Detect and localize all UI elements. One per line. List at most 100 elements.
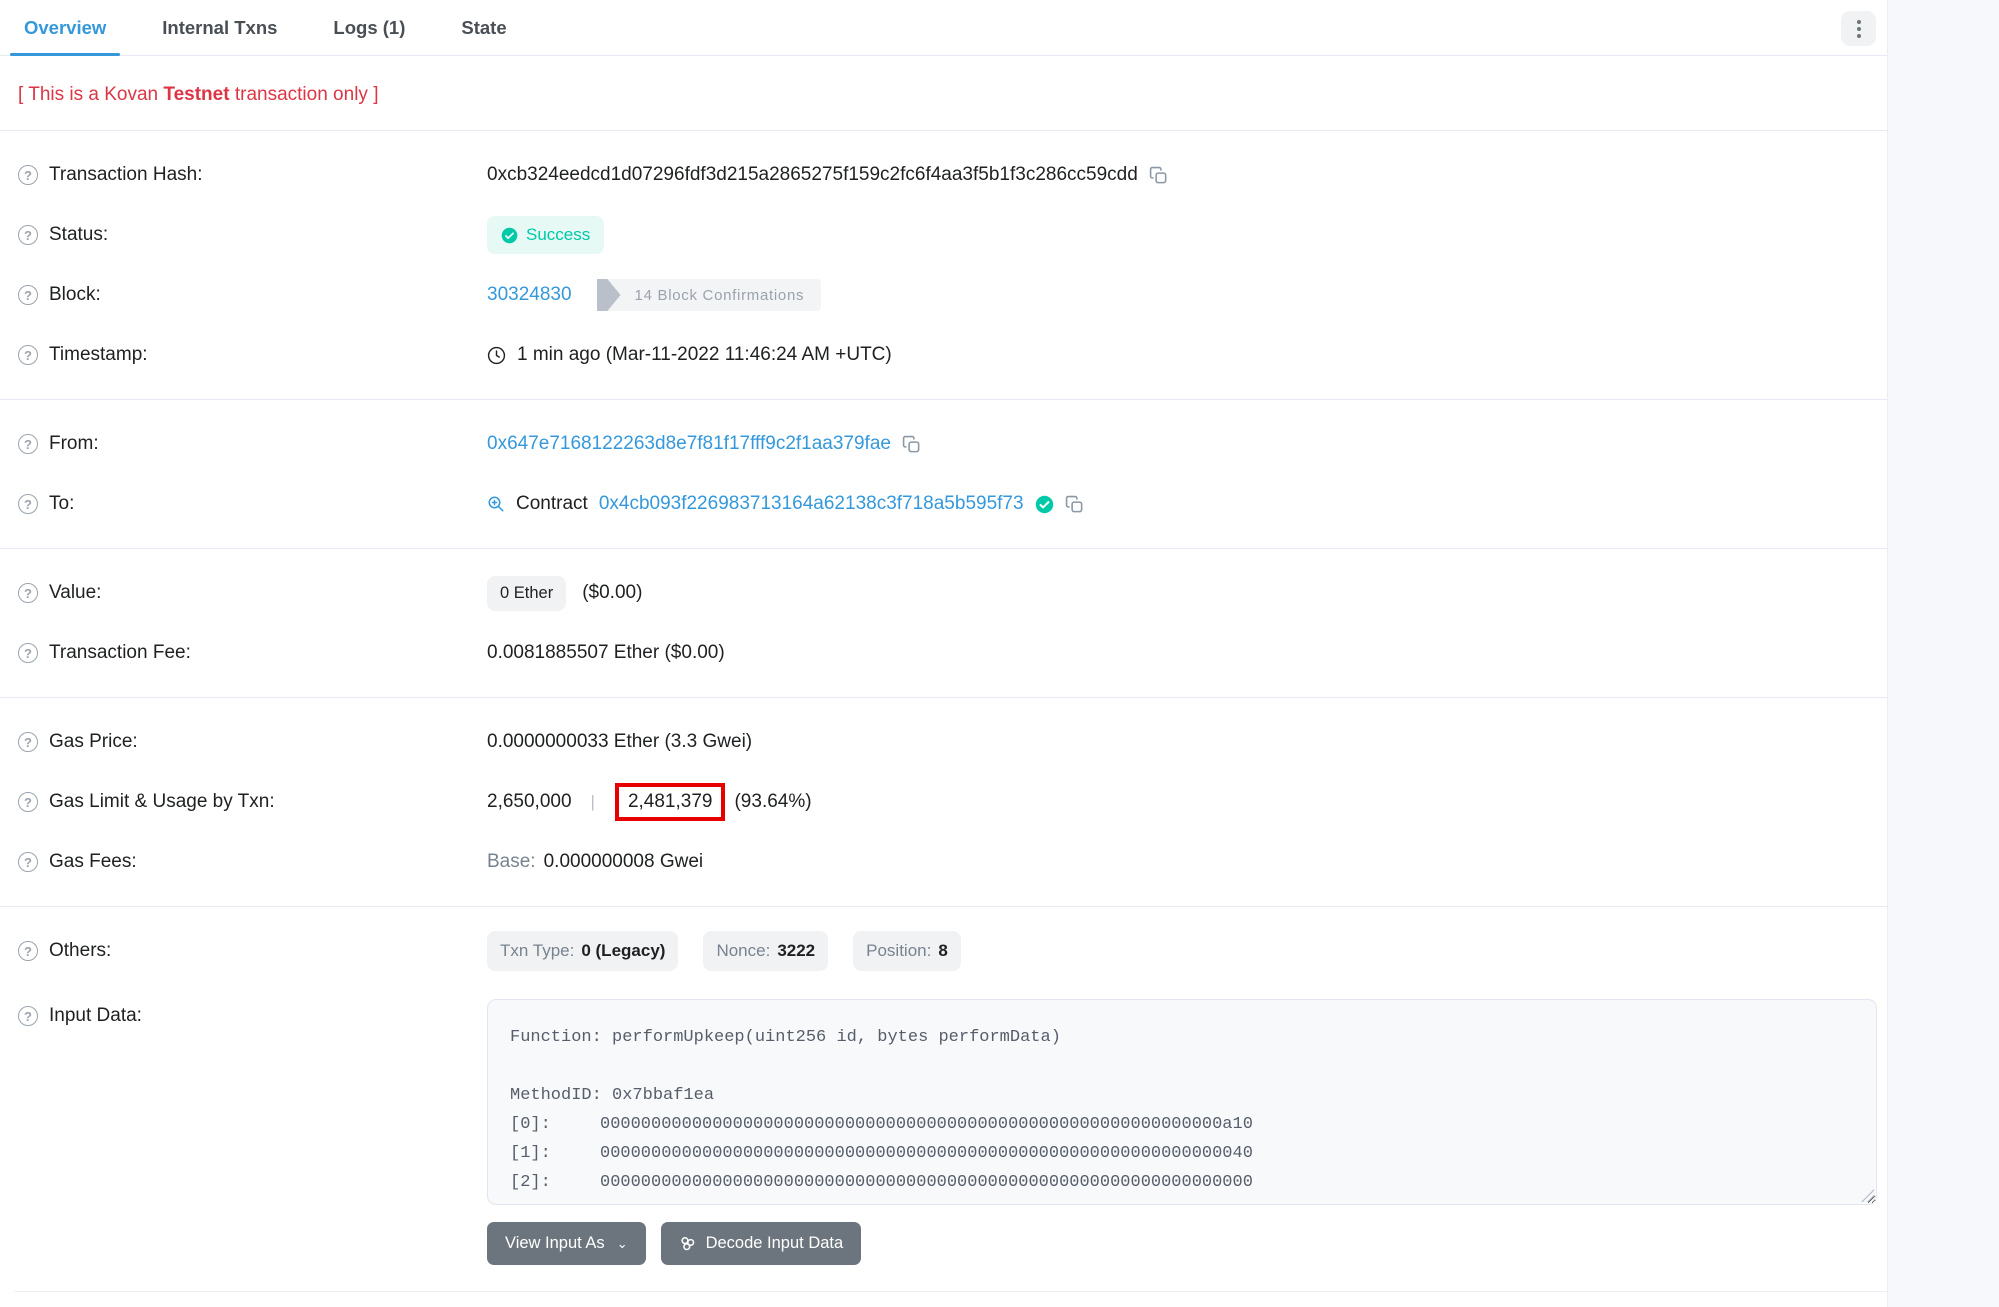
help-icon[interactable]: ? <box>18 941 38 961</box>
block-number-link[interactable]: 30324830 <box>487 284 572 306</box>
help-icon[interactable]: ? <box>18 1006 38 1026</box>
decode-input-data-label: Decode Input Data <box>706 1234 844 1253</box>
gas-limit-label: Gas Limit & Usage by Txn: <box>49 791 275 813</box>
others-label: Others: <box>49 940 111 962</box>
status-badge: Success <box>487 216 604 254</box>
tab-state[interactable]: State <box>459 0 508 55</box>
from-label-group: ? From: <box>18 433 487 455</box>
help-icon[interactable]: ? <box>18 583 38 603</box>
section-gas: ? Gas Price: 0.0000000033 Ether (3.3 Gwe… <box>0 697 1887 906</box>
to-address-link[interactable]: 0x4cb093f226983713164a62138c3f718a5b595f… <box>599 493 1024 515</box>
view-input-as-label: View Input As <box>505 1234 605 1253</box>
row-value: ? Value: 0 Ether ($0.00) <box>18 563 1869 623</box>
kebab-icon <box>1857 20 1861 24</box>
value-label: Value: <box>49 582 101 604</box>
gas-used-value: 2,481,379 <box>628 791 713 812</box>
help-icon[interactable]: ? <box>18 732 38 752</box>
gas-limit-label-group: ? Gas Limit & Usage by Txn: <box>18 791 487 813</box>
transaction-hash-label-group: ? Transaction Hash: <box>18 164 487 186</box>
tab-overview[interactable]: Overview <box>22 0 108 55</box>
testnet-notice-bold: Testnet <box>163 84 229 105</box>
timestamp-label: Timestamp: <box>49 344 148 366</box>
txn-type-badge: Txn Type: 0 (Legacy) <box>487 931 678 971</box>
block-confirmations-badge: 14 Block Confirmations <box>597 279 822 311</box>
copy-icon[interactable] <box>1065 495 1084 514</box>
copy-icon[interactable] <box>902 435 921 454</box>
help-icon[interactable]: ? <box>18 345 38 365</box>
testnet-notice-part1: [ This is a Kovan <box>18 84 163 105</box>
input-row-value: 0000000000000000000000000000000000000000… <box>600 1139 1253 1168</box>
nonce-badge: Nonce: 3222 <box>703 931 828 971</box>
help-icon[interactable]: ? <box>18 225 38 245</box>
row-status: ? Status: Success <box>18 205 1869 265</box>
to-label-group: ? To: <box>18 493 487 515</box>
from-address-link[interactable]: 0x647e7168122263d8e7f81f17fff9c2f1aa379f… <box>487 433 891 455</box>
input-row-value: 0000000000000000000000000000000000000000… <box>600 1168 1253 1197</box>
others-label-group: ? Others: <box>18 940 487 962</box>
view-input-as-button[interactable]: View Input As ⌄ <box>487 1222 646 1265</box>
help-icon[interactable]: ? <box>18 165 38 185</box>
section-addresses: ? From: 0x647e7168122263d8e7f81f17fff9c2… <box>0 399 1887 548</box>
verified-check-icon <box>1035 495 1054 514</box>
row-transaction-hash: ? Transaction Hash: 0xcb324eedcd1d07296f… <box>18 145 1869 205</box>
txn-type-label: Txn Type: <box>500 941 574 961</box>
row-gas-fees: ? Gas Fees: Base: 0.000000008 Gwei <box>18 832 1869 892</box>
gas-used-percent: (93.64%) <box>734 791 811 813</box>
row-block: ? Block: 30324830 14 Block Confirmations <box>18 265 1869 325</box>
input-data-box[interactable]: Function: performUpkeep(uint256 id, byte… <box>487 999 1877 1205</box>
input-row-index: [0]: <box>510 1110 600 1139</box>
help-icon[interactable]: ? <box>18 852 38 872</box>
to-contract-prefix: Contract <box>516 493 588 515</box>
tab-internal-txns[interactable]: Internal Txns <box>160 0 279 55</box>
help-icon[interactable]: ? <box>18 285 38 305</box>
position-label: Position: <box>866 941 931 961</box>
input-data-row: [2]: 00000000000000000000000000000000000… <box>510 1168 1854 1197</box>
position-value: 8 <box>938 941 947 961</box>
help-icon[interactable]: ? <box>18 792 38 812</box>
block-label: Block: <box>49 284 101 306</box>
gas-limit-separator: | <box>591 792 595 812</box>
gas-price-label: Gas Price: <box>49 731 138 753</box>
gas-base-label: Base: <box>487 851 536 873</box>
fee-label-group: ? Transaction Fee: <box>18 642 487 664</box>
input-data-row: [0]: 00000000000000000000000000000000000… <box>510 1110 1854 1139</box>
gas-fees-label-group: ? Gas Fees: <box>18 851 487 873</box>
input-function-line: Function: performUpkeep(uint256 id, byte… <box>510 1023 1854 1052</box>
input-methodid-line: MethodID: 0x7bbaf1ea <box>510 1081 1854 1110</box>
chevron-down-icon: ⌄ <box>617 1236 628 1252</box>
transaction-detail-card: Overview Internal Txns Logs (1) State [ … <box>0 0 1888 1307</box>
txn-type-value: 0 (Legacy) <box>581 941 665 961</box>
help-icon[interactable]: ? <box>18 434 38 454</box>
testnet-notice: [ This is a Kovan Testnet transaction on… <box>0 56 1887 130</box>
copy-icon[interactable] <box>1149 166 1168 185</box>
ether-value-usd: ($0.00) <box>582 582 642 604</box>
zoom-in-icon[interactable] <box>487 495 505 513</box>
testnet-notice-part2: transaction only ] <box>230 84 379 105</box>
more-options-button[interactable] <box>1841 11 1876 46</box>
gas-base-value: 0.000000008 Gwei <box>544 851 704 873</box>
tab-logs[interactable]: Logs (1) <box>331 0 407 55</box>
status-label-group: ? Status: <box>18 224 487 246</box>
help-icon[interactable]: ? <box>18 494 38 514</box>
ether-value-badge: 0 Ether <box>487 576 566 611</box>
section-value-fee: ? Value: 0 Ether ($0.00) ? Transaction F… <box>0 548 1887 697</box>
section-others-input: ? Others: Txn Type: 0 (Legacy) Nonce: 32… <box>0 906 1887 1291</box>
row-others: ? Others: Txn Type: 0 (Legacy) Nonce: 32… <box>18 921 1869 981</box>
decode-icon <box>679 1235 696 1252</box>
block-label-group: ? Block: <box>18 284 487 306</box>
from-label: From: <box>49 433 99 455</box>
gas-fees-label: Gas Fees: <box>49 851 137 873</box>
help-icon[interactable]: ? <box>18 643 38 663</box>
input-row-value: 0000000000000000000000000000000000000000… <box>600 1110 1253 1139</box>
input-data-label: Input Data: <box>49 1005 142 1027</box>
tab-bar: Overview Internal Txns Logs (1) State <box>0 0 1887 56</box>
to-label: To: <box>49 493 74 515</box>
row-transaction-fee: ? Transaction Fee: 0.0081885507 Ether ($… <box>18 623 1869 683</box>
transaction-fee-value: 0.0081885507 Ether ($0.00) <box>487 642 725 664</box>
bottom-divider <box>14 1291 1887 1292</box>
row-gas-limit-usage: ? Gas Limit & Usage by Txn: 2,650,000 | … <box>18 772 1869 832</box>
status-label: Status: <box>49 224 108 246</box>
decode-input-data-button[interactable]: Decode Input Data <box>661 1222 862 1265</box>
transaction-fee-label: Transaction Fee: <box>49 642 191 664</box>
timestamp-label-group: ? Timestamp: <box>18 344 487 366</box>
